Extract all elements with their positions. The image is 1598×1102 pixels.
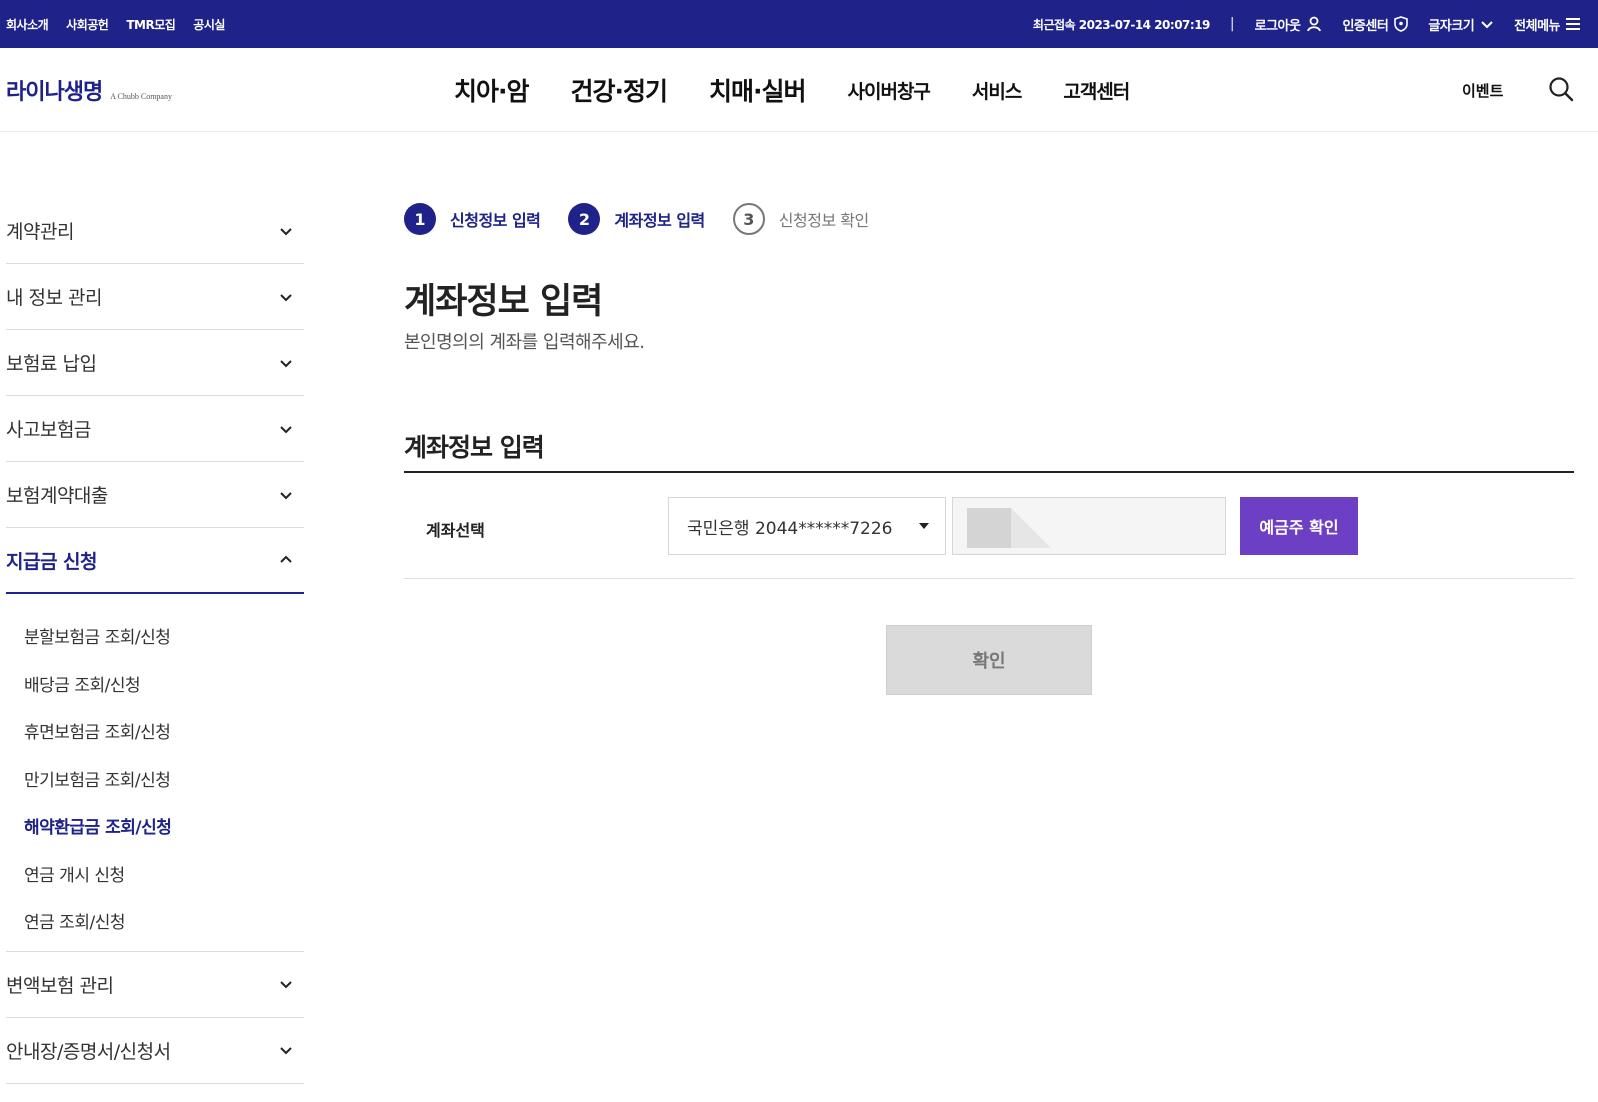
sidebar-item-documents[interactable]: 안내장/증명서/신청서 (6, 1018, 304, 1084)
sidebar-item-accident-claim[interactable]: 사고보험금 (6, 396, 304, 462)
page-description: 본인명의의 계좌를 입력해주세요. (404, 332, 645, 353)
masked-placeholder (967, 508, 1011, 548)
nav-dental-cancer[interactable]: 치아·암 (454, 72, 529, 108)
nav-dementia-silver[interactable]: 치매·실버 (709, 72, 806, 108)
link-tmr-recruit[interactable]: TMR모집 (126, 16, 175, 33)
logout-button[interactable]: 로그아웃 (1255, 15, 1323, 34)
submenu-maturity-claim[interactable]: 만기보험금 조회/신청 (24, 755, 304, 803)
account-holder-field[interactable] (952, 497, 1226, 555)
chevron-down-icon (280, 359, 292, 367)
chevron-down-icon (280, 293, 292, 301)
submenu-dormant-claim[interactable]: 휴면보험금 조회/신청 (24, 707, 304, 755)
account-select-row: 계좌선택 국민은행 2044******7226 예금주 확인 (404, 473, 1574, 579)
sidebar-item-label: 지급금 신청 (6, 550, 98, 573)
sidebar-item-policy-loan[interactable]: 보험계약대출 (6, 462, 304, 528)
sidebar-item-premium-payment[interactable]: 보험료 납입 (6, 330, 304, 396)
user-icon (1307, 16, 1322, 32)
step-number: 2 (568, 203, 601, 235)
chevron-down-icon (280, 981, 292, 989)
nav-customer-center[interactable]: 고객센터 (1063, 77, 1130, 104)
chevron-down-icon (1481, 21, 1493, 29)
masked-placeholder-fade (1011, 508, 1051, 548)
font-size-label: 글자크기 (1428, 18, 1475, 34)
sidebar-item-label: 보험계약대출 (6, 485, 108, 507)
account-select-label: 계좌선택 (426, 521, 485, 540)
account-selected-value: 국민은행 2044******7226 (687, 518, 893, 539)
step-1: 1 신청정보 입력 (404, 203, 541, 235)
sidebar-item-variable-insurance[interactable]: 변액보험 관리 (6, 952, 304, 1018)
link-social-contribution[interactable]: 사회공헌 (66, 16, 109, 33)
step-indicator: 1 신청정보 입력 2 계좌정보 입력 3 신청정보 확인 (404, 203, 897, 235)
chevron-up-icon (280, 555, 292, 563)
nav-cyber-window[interactable]: 사이버창구 (848, 77, 931, 104)
step-label: 신청정보 입력 (450, 211, 541, 230)
logout-label: 로그아웃 (1254, 18, 1301, 34)
sidebar-item-label: 계약관리 (6, 221, 74, 243)
site-logo[interactable]: 라이나생명 A Chubb Company (6, 74, 172, 106)
sidebar-menu: 계약관리 내 정보 관리 보험료 납입 사고보험금 보험계약대출 지급금 신청 … (6, 198, 304, 1084)
main-header: 라이나생명 A Chubb Company 치아·암 건강·정기 치매·실버 사… (0, 48, 1598, 132)
hamburger-icon (1566, 18, 1580, 30)
link-disclosure[interactable]: 공시실 (193, 16, 225, 33)
sidebar-item-label: 보험료 납입 (6, 353, 97, 375)
page-title: 계좌정보 입력 (404, 282, 603, 322)
link-company-intro[interactable]: 회사소개 (6, 16, 49, 33)
submenu-annuity-start[interactable]: 연금 개시 신청 (24, 850, 304, 898)
user-utilities: 최근접속 2023-07-14 20:07:19 | 로그아웃 인증센터 글자크… (1033, 0, 1580, 48)
submenu-dividend[interactable]: 배당금 조회/신청 (24, 660, 304, 708)
brand-tagline: A Chubb Company (110, 92, 172, 101)
sidebar-item-payment-request[interactable]: 지급금 신청 (6, 528, 304, 594)
all-menu-button[interactable]: 전체메뉴 (1514, 15, 1580, 34)
event-link[interactable]: 이벤트 (1462, 80, 1503, 101)
corporate-links: 회사소개 사회공헌 TMR모집 공시실 (6, 0, 225, 48)
chevron-down-icon (280, 425, 292, 433)
sidebar-item-label: 안내장/증명서/신청서 (6, 1040, 171, 1063)
chevron-down-icon (280, 491, 292, 499)
sidebar-item-my-info[interactable]: 내 정보 관리 (6, 264, 304, 330)
sidebar-item-label: 사고보험금 (6, 419, 91, 441)
nav-health-term[interactable]: 건강·정기 (571, 72, 668, 108)
submenu-installment-claim[interactable]: 분할보험금 조회/신청 (24, 612, 304, 660)
sidebar-item-label: 변액보험 관리 (6, 974, 114, 997)
confirm-button[interactable]: 확인 (886, 625, 1092, 695)
verify-holder-button[interactable]: 예금주 확인 (1240, 497, 1358, 555)
section-title: 계좌정보 입력 (404, 433, 545, 462)
step-label: 계좌정보 입력 (614, 211, 705, 230)
sidebar-item-contract[interactable]: 계약관리 (6, 198, 304, 264)
cert-center-label: 인증센터 (1342, 18, 1389, 34)
nav-service[interactable]: 서비스 (972, 77, 1022, 104)
step-number: 1 (404, 203, 436, 235)
font-size-toggle[interactable]: 글자크기 (1428, 15, 1494, 34)
search-icon[interactable] (1548, 76, 1574, 102)
step-label: 신청정보 확인 (778, 211, 869, 230)
sidebar-item-label: 내 정보 관리 (6, 287, 102, 309)
chevron-down-icon (280, 1047, 292, 1055)
submenu-surrender-refund[interactable]: 해약환급금 조회/신청 (24, 802, 304, 850)
sidebar-submenu: 분할보험금 조회/신청 배당금 조회/신청 휴면보험금 조회/신청 만기보험금 … (6, 594, 304, 952)
step-number: 3 (732, 203, 765, 235)
cert-center-button[interactable]: 인증센터 (1342, 15, 1409, 34)
step-3: 3 신청정보 확인 (732, 203, 869, 235)
brand-name: 라이나생명 (6, 79, 103, 105)
global-nav: 치아·암 건강·정기 치매·실버 사이버창구 서비스 고객센터 (454, 70, 1171, 110)
top-utility-bar: 회사소개 사회공헌 TMR모집 공시실 최근접속 2023-07-14 20:0… (0, 0, 1598, 48)
all-menu-label: 전체메뉴 (1514, 18, 1560, 34)
submenu-annuity-inquiry[interactable]: 연금 조회/신청 (24, 897, 304, 945)
step-2: 2 계좌정보 입력 (568, 203, 705, 235)
account-select-dropdown[interactable]: 국민은행 2044******7226 (668, 497, 946, 555)
shield-icon (1394, 16, 1409, 32)
divider: | (1229, 16, 1235, 32)
last-login-timestamp: 최근접속 2023-07-14 20:07:19 (1032, 17, 1210, 32)
chevron-down-icon (280, 227, 292, 235)
caret-down-icon (919, 523, 929, 529)
